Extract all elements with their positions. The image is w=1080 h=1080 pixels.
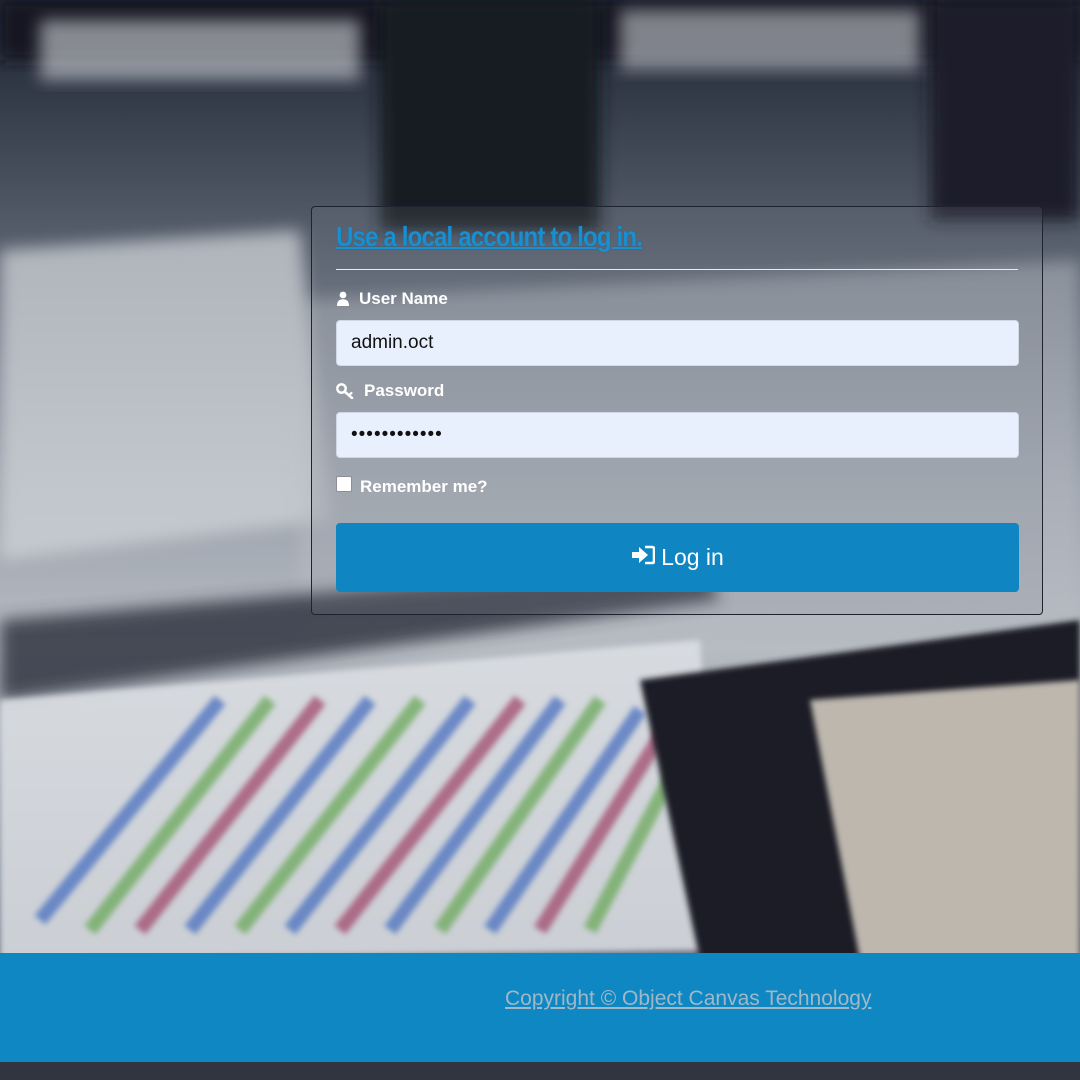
form-title-link[interactable]: Use a local account to log in.: [336, 221, 643, 253]
remember-me-checkbox[interactable]: [336, 476, 352, 492]
login-button-label: Log in: [661, 544, 724, 570]
key-icon: [336, 383, 355, 399]
sign-in-icon: [631, 544, 656, 571]
title-divider: [336, 269, 1018, 270]
remember-me-label[interactable]: Remember me?: [360, 477, 488, 497]
username-label: User Name: [336, 289, 448, 309]
footer: Copyright © Object Canvas Technology: [0, 953, 1080, 1062]
password-label-text: Password: [364, 381, 445, 400]
password-input[interactable]: [336, 412, 1019, 458]
username-input[interactable]: [336, 320, 1019, 366]
password-label: Password: [336, 381, 444, 401]
copyright-link[interactable]: Copyright © Object Canvas Technology: [505, 987, 871, 1011]
login-button[interactable]: Log in: [336, 523, 1019, 592]
login-form: Use a local account to log in. User Name…: [311, 206, 1043, 615]
user-icon: [336, 291, 350, 307]
username-label-text: User Name: [359, 289, 448, 308]
remember-me-row: Remember me?: [336, 476, 488, 497]
